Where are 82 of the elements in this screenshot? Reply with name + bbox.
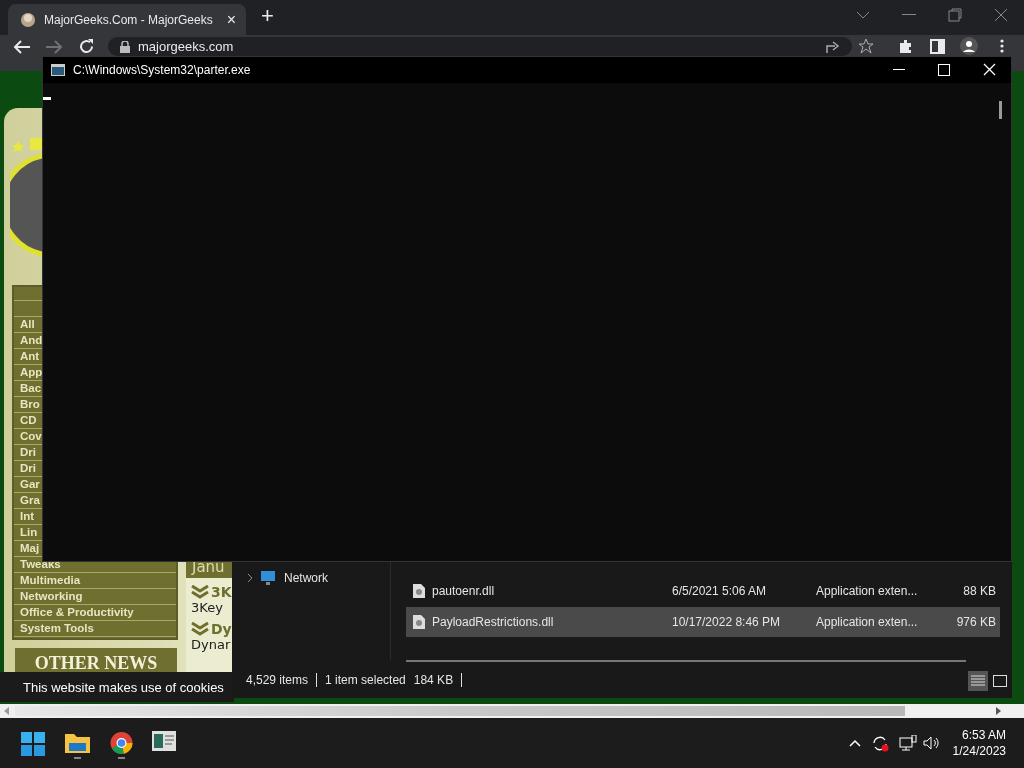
selection-count: 1 item selected bbox=[325, 673, 406, 687]
category-link[interactable]: Bro bbox=[16, 397, 42, 412]
news-text: Dynar bbox=[190, 637, 232, 652]
lock-icon bbox=[120, 40, 130, 53]
console-icon bbox=[51, 64, 65, 76]
category-link[interactable]: App bbox=[16, 365, 45, 380]
category-link[interactable]: Bac bbox=[16, 381, 44, 396]
window-title: C:\Windows\System32\parter.exe bbox=[73, 63, 251, 77]
category-link[interactable]: Dri bbox=[16, 445, 38, 460]
category-link[interactable]: Lin bbox=[16, 525, 40, 540]
file-name: pautoenr.dll bbox=[432, 584, 496, 598]
file-row[interactable]: PayloadRestrictions.dll 10/17/2022 8:46 PM Application exten... 976 KB bbox=[406, 607, 1000, 637]
file-icon bbox=[412, 583, 426, 599]
news-title[interactable]: 3K bbox=[211, 584, 232, 600]
category-link[interactable]: Maj bbox=[16, 541, 42, 556]
folder-icon[interactable] bbox=[65, 731, 90, 759]
tab-close-button[interactable]: × bbox=[224, 10, 238, 29]
item-count: 4,529 items bbox=[246, 673, 318, 687]
favicon-icon bbox=[20, 11, 36, 28]
restore-icon[interactable] bbox=[948, 8, 962, 22]
scrollbar-thumb[interactable] bbox=[406, 660, 966, 662]
chrome-icon[interactable] bbox=[109, 731, 134, 759]
cookie-banner: This website makes use of cookies bbox=[0, 672, 234, 702]
minimize-icon[interactable] bbox=[893, 69, 905, 71]
chevron-up-icon[interactable] bbox=[849, 739, 861, 747]
file-icon bbox=[412, 614, 426, 630]
chevron-right-icon[interactable] bbox=[246, 573, 254, 583]
double-chevron-icon bbox=[191, 622, 209, 636]
file-size: 976 KB bbox=[955, 615, 996, 629]
network-status-icon[interactable] bbox=[899, 735, 917, 751]
maximize-icon[interactable] bbox=[938, 64, 950, 76]
puzzle-icon[interactable] bbox=[898, 38, 914, 54]
category-link[interactable]: Gra bbox=[16, 493, 42, 508]
category-link[interactable]: And bbox=[16, 333, 45, 348]
category-link[interactable]: CD bbox=[16, 413, 39, 428]
category-link[interactable]: Office & Productivity bbox=[16, 605, 136, 620]
network-icon bbox=[260, 570, 278, 586]
clock-time: 6:53 AM bbox=[960, 727, 1006, 743]
sync-icon[interactable] bbox=[871, 735, 889, 752]
scrollbar-thumb[interactable] bbox=[999, 101, 1002, 119]
forward-arrow-icon[interactable] bbox=[45, 39, 63, 55]
scroll-right-icon[interactable] bbox=[996, 707, 1001, 715]
category-link[interactable]: Cov bbox=[16, 429, 44, 444]
back-arrow-icon[interactable] bbox=[13, 39, 31, 55]
console-app-icon[interactable] bbox=[152, 731, 176, 751]
browser-tab[interactable]: MajorGeeks.Com - MajorGeeks × bbox=[8, 4, 246, 35]
file-type: Application exten... bbox=[816, 615, 919, 629]
category-link[interactable]: Int bbox=[16, 509, 37, 524]
double-chevron-icon bbox=[191, 585, 209, 599]
star-icon[interactable] bbox=[858, 38, 874, 54]
category-link[interactable]: Dri bbox=[16, 461, 38, 476]
chevron-down-icon[interactable] bbox=[856, 10, 870, 20]
category-link[interactable]: System Tools bbox=[16, 621, 96, 636]
selection-size: 184 KB bbox=[413, 673, 463, 687]
file-row[interactable]: pautoenr.dll 6/5/2021 5:06 AM Application exten... 88 KB bbox=[406, 576, 1000, 606]
category-link[interactable]: Networking bbox=[16, 589, 85, 604]
text-cursor bbox=[43, 97, 51, 100]
scrollbar-thumb[interactable] bbox=[15, 706, 905, 716]
side-panel-icon[interactable] bbox=[930, 39, 945, 54]
nav-item[interactable]: Network bbox=[284, 571, 328, 585]
news-title[interactable]: Dy bbox=[211, 621, 232, 637]
menu-icon[interactable] bbox=[1000, 38, 1004, 54]
volume-icon[interactable] bbox=[923, 736, 941, 750]
category-link[interactable]: Multimedia bbox=[16, 573, 83, 588]
file-type: Application exten... bbox=[816, 584, 919, 598]
category-link[interactable]: All bbox=[16, 317, 37, 332]
clock-date: 1/24/2023 bbox=[952, 743, 1006, 759]
file-size: 88 KB bbox=[962, 584, 996, 598]
news-text: 3Key bbox=[190, 600, 224, 615]
share-icon[interactable] bbox=[826, 40, 842, 54]
new-tab-button[interactable]: + bbox=[257, 3, 278, 29]
reload-icon[interactable] bbox=[78, 38, 95, 55]
start-icon[interactable] bbox=[21, 732, 45, 756]
category-link[interactable]: Gar bbox=[16, 477, 42, 492]
category-link[interactable]: Ant bbox=[16, 349, 42, 364]
taskbar-clock[interactable]: 6:53 AM 1/24/2023 bbox=[952, 727, 1006, 759]
file-date: 6/5/2021 5:06 AM bbox=[672, 584, 768, 598]
category-link[interactable]: Tweaks bbox=[16, 557, 63, 572]
profile-icon[interactable] bbox=[960, 37, 978, 55]
address-bar[interactable]: majorgeeks.com bbox=[108, 37, 852, 56]
file-name: PayloadRestrictions.dll bbox=[432, 615, 555, 629]
file-date: 10/17/2022 8:46 PM bbox=[672, 615, 782, 629]
